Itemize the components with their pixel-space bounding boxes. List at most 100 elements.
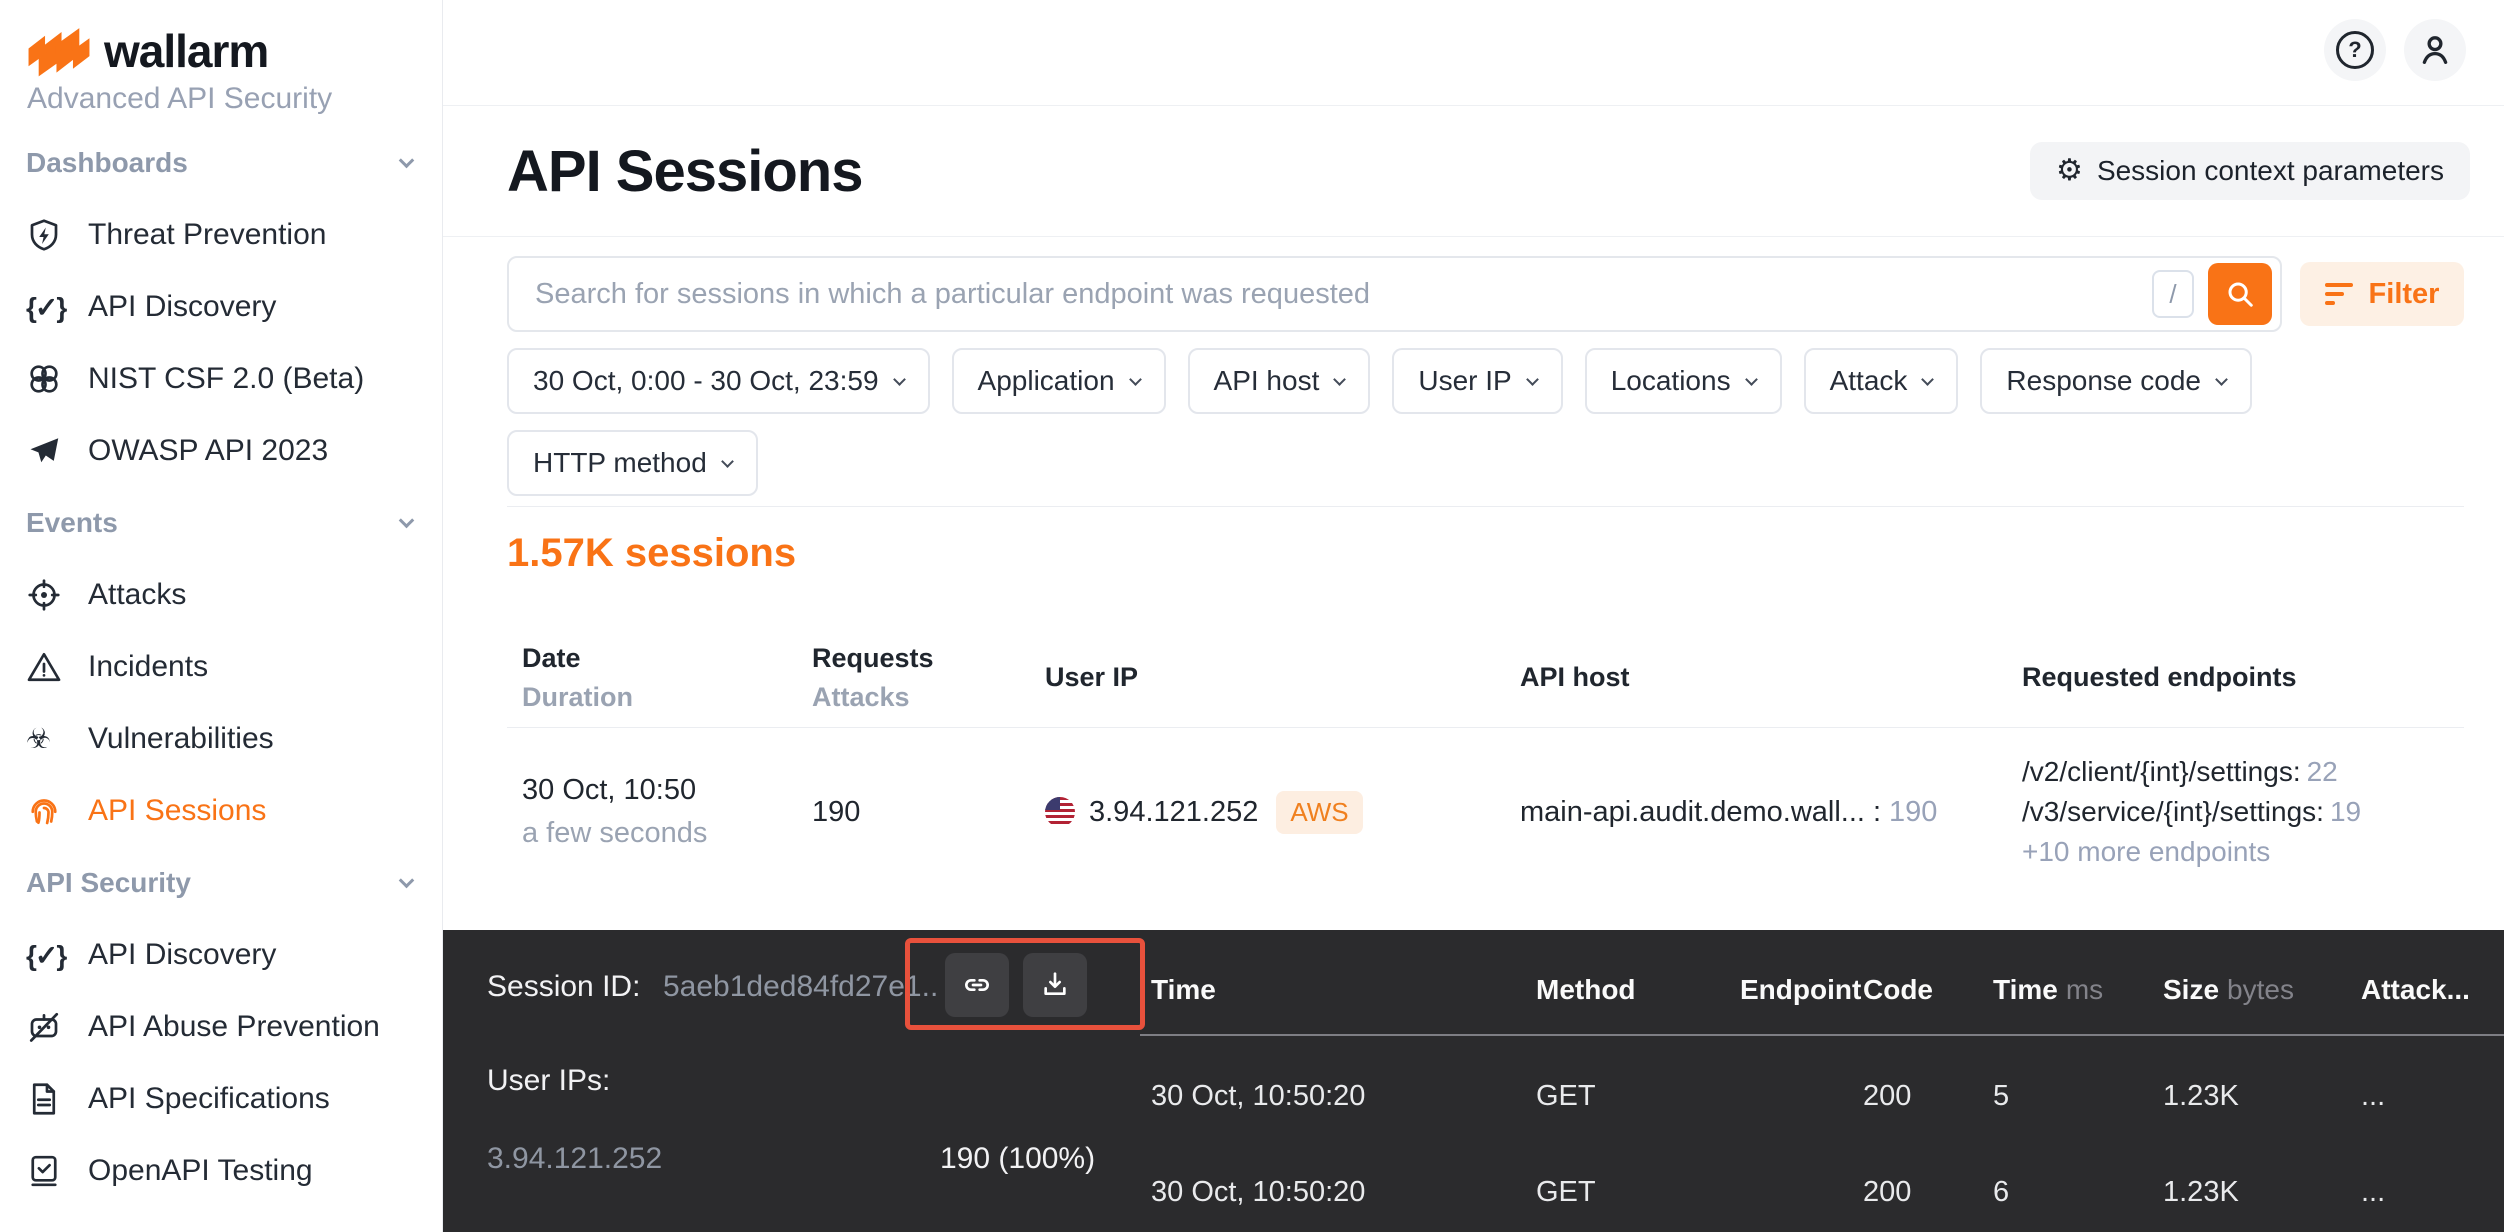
sessions-table: Date Duration Requests Attacks User IP A… (507, 628, 2464, 868)
request-size: 1.23K (2163, 1080, 2239, 1113)
user-menu-button[interactable] (2404, 19, 2466, 81)
sidebar-item-api-abuse-prevention[interactable]: API Abuse Prevention (0, 991, 442, 1063)
filter-button[interactable]: Filter (2300, 262, 2464, 326)
session-row[interactable]: 30 Oct, 10:50 a few seconds 190 3.94.121… (507, 728, 2464, 868)
session-date: 30 Oct, 10:50 (522, 774, 812, 807)
sidebar-item-openapi-testing[interactable]: OpenAPI Testing (0, 1135, 442, 1207)
col-requests: Requests (812, 643, 1045, 674)
session-context-parameters-button[interactable]: ⚙ Session context parameters (2030, 142, 2470, 200)
brand-logo[interactable]: wallarm (26, 24, 268, 78)
endpoint-path: /v3/service/{int}/settings: (2022, 796, 2324, 827)
chevron-down-icon (399, 152, 415, 168)
sessions-table-header: Date Duration Requests Attacks User IP A… (507, 628, 2464, 728)
request-attack: ... (2361, 1080, 2385, 1113)
sidebar-item-api-discovery-2[interactable]: {✓} API Discovery (0, 919, 442, 991)
col-time-ms: Timems (1993, 974, 2103, 1006)
chevron-down-icon (2215, 373, 2228, 386)
aws-badge: AWS (1276, 791, 1362, 834)
paper-plane-icon (26, 433, 72, 469)
request-size: 1.23K (2163, 1176, 2239, 1209)
sidebar-item-incidents[interactable]: Incidents (0, 631, 442, 703)
nav-section-dashboards[interactable]: Dashboards (0, 127, 442, 199)
request-method: GET (1536, 1080, 1596, 1113)
download-button[interactable] (1023, 953, 1087, 1017)
user-ip-share: 190 (100%) (940, 1142, 1095, 1176)
request-code: 200 (1863, 1080, 1911, 1113)
chevron-down-icon (399, 512, 415, 528)
braces-check-icon: {✓} (26, 291, 72, 324)
api-host-filter[interactable]: API host (1188, 348, 1371, 414)
endpoint-count: 19 (2324, 796, 2361, 827)
locations-filter[interactable]: Locations (1585, 348, 1782, 414)
sidebar-item-threat-prevention[interactable]: Threat Prevention (0, 199, 442, 271)
sidebar: wallarm Advanced API Security Dashboards… (0, 0, 443, 1232)
session-requests: 190 (812, 796, 1045, 829)
application-filter[interactable]: Application (952, 348, 1166, 414)
session-details-panel: Session ID: 5aeb1ded84fd27e1.. User IPs:… (443, 930, 2504, 1232)
api-host-separator: : (1873, 796, 1881, 829)
request-time-ms: 6 (1993, 1176, 2009, 1209)
panel-header-rule (1140, 1034, 2504, 1036)
col-time: Time (1151, 974, 1216, 1006)
download-icon (1039, 969, 1071, 1001)
request-time: 30 Oct, 10:50:20 (1151, 1080, 1365, 1113)
brand-name: wallarm (104, 24, 268, 78)
help-icon: ? (2336, 31, 2374, 69)
nav-section-api-security[interactable]: API Security (0, 847, 442, 919)
user-ips-label: User IPs: (487, 1064, 610, 1098)
session-id-value: 5aeb1ded84fd27e1.. (663, 970, 938, 1004)
sidebar-item-attacks[interactable]: Attacks (0, 559, 442, 631)
biohazard-icon: ☣ (26, 725, 72, 753)
col-method: Method (1536, 974, 1636, 1006)
filter-chips-row-1: 30 Oct, 0:00 - 30 Oct, 23:59 Application… (507, 348, 2464, 414)
chevron-down-icon (1333, 373, 1346, 386)
col-attack: Attack... (2361, 974, 2470, 1006)
search-button[interactable] (2208, 263, 2272, 325)
chevron-down-icon (1922, 373, 1935, 386)
col-attacks: Attacks (812, 682, 1045, 713)
response-code-filter[interactable]: Response code (1980, 348, 2252, 414)
col-date: Date (522, 643, 812, 674)
panel-user-ip[interactable]: 3.94.121.252 (487, 1142, 662, 1176)
help-button[interactable]: ? (2324, 19, 2386, 81)
session-user-ip: 3.94.121.252 (1089, 796, 1258, 829)
col-duration: Duration (522, 682, 812, 713)
chevron-down-icon (1745, 373, 1758, 386)
sidebar-item-api-specifications[interactable]: API Specifications (0, 1063, 442, 1135)
session-api-host: main-api.audit.demo.wall... (1520, 796, 1865, 829)
http-method-filter[interactable]: HTTP method (507, 430, 758, 496)
endpoint-path: /v2/client/{int}/settings: (2022, 756, 2301, 787)
sidebar-item-nist-csf[interactable]: NIST CSF 2.0 (Beta) (0, 343, 442, 415)
filter-icon (2325, 283, 2353, 305)
date-range-filter[interactable]: 30 Oct, 0:00 - 30 Oct, 23:59 (507, 348, 930, 414)
filter-chips-row-2: HTTP method (507, 430, 2464, 496)
user-ip-filter[interactable]: User IP (1392, 348, 1562, 414)
sidebar-item-owasp-api[interactable]: OWASP API 2023 (0, 415, 442, 487)
chevron-down-icon (721, 455, 734, 468)
clover-icon (26, 361, 72, 397)
sidebar-item-api-sessions[interactable]: API Sessions (0, 775, 442, 847)
search-input[interactable] (535, 278, 2152, 311)
section-divider (507, 506, 2464, 507)
search-row: / Filter (507, 256, 2464, 332)
warning-triangle-icon (26, 649, 72, 685)
nav-section-events[interactable]: Events (0, 487, 442, 559)
sidebar-item-api-discovery[interactable]: {✓} API Discovery (0, 271, 442, 343)
wallarm-logo-icon (26, 25, 92, 77)
attack-filter[interactable]: Attack (1804, 348, 1959, 414)
document-icon (26, 1081, 72, 1117)
more-endpoints-link[interactable]: +10 more endpoints (2022, 836, 2464, 868)
sidebar-item-vulnerabilities[interactable]: ☣ Vulnerabilities (0, 703, 442, 775)
api-host-count: 190 (1889, 796, 1937, 829)
request-time-ms: 5 (1993, 1080, 2009, 1113)
size-unit-label: bytes (2219, 974, 2294, 1005)
fingerprint-icon (26, 793, 72, 829)
brand-subtitle: Advanced API Security (27, 82, 332, 116)
chevron-down-icon (1526, 373, 1539, 386)
col-size: Sizebytes (2163, 974, 2294, 1006)
slash-shortcut-hint: / (2152, 270, 2194, 318)
session-actions (945, 953, 1087, 1017)
copy-link-button[interactable] (945, 953, 1009, 1017)
us-flag-icon (1045, 797, 1075, 827)
col-endpoint: Endpoint (1740, 974, 1861, 1006)
